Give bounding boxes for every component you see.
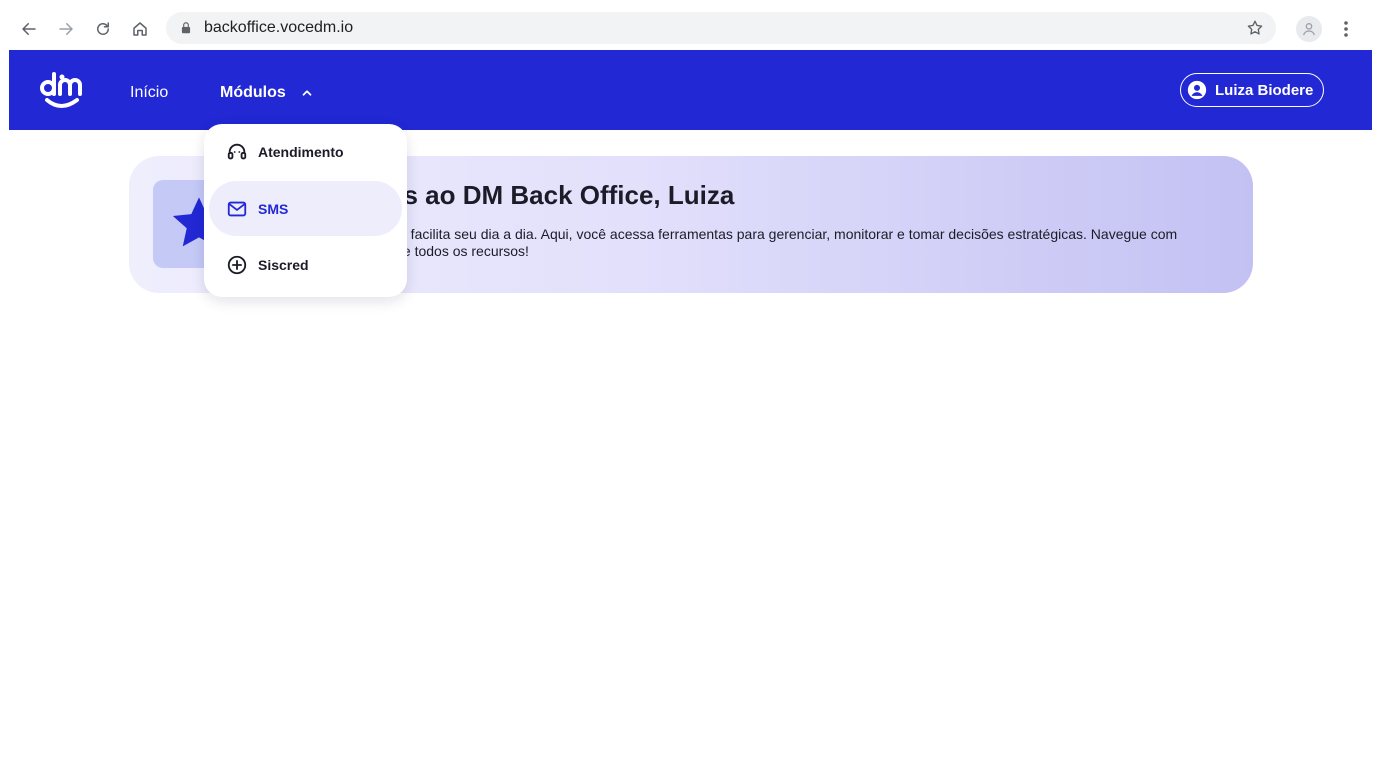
browser-toolbar: backoffice.vocedm.io [8, 8, 1372, 50]
address-bar[interactable]: backoffice.vocedm.io [166, 12, 1276, 44]
chevron-up-icon [302, 90, 312, 96]
banner-description: e facilita seu dia a dia. Aqui, você ace… [399, 226, 1219, 260]
menu-item-sms[interactable]: SMS [209, 181, 402, 236]
reload-icon [97, 22, 109, 35]
menu-item-siscred[interactable]: Siscred [209, 237, 402, 292]
nav-modulos[interactable]: Módulos [220, 84, 314, 102]
app-header: Início Módulos Luiza Biodere [9, 50, 1372, 130]
user-menu-button[interactable]: Luiza Biodere [1180, 73, 1324, 107]
url-text: backoffice.vocedm.io [204, 19, 354, 36]
banner-description-line-1: e facilita seu dia a dia. Aqui, você ace… [399, 226, 1178, 242]
home-button[interactable] [127, 16, 153, 42]
back-button[interactable] [16, 16, 42, 42]
arrow-right-icon [59, 23, 73, 35]
profile-icon [1303, 23, 1315, 36]
profile-button[interactable] [1296, 16, 1322, 42]
banner-title: as ao DM Back Office, Luiza [389, 180, 735, 210]
modules-dropdown: Atendimento SMS Siscred [204, 124, 407, 297]
nav-inicio[interactable]: Início [130, 84, 168, 102]
plus-circle-icon [227, 255, 247, 274]
nav-modulos-label: Módulos [220, 84, 286, 101]
headset-icon [227, 143, 247, 159]
menu-item-label: Atendimento [258, 143, 344, 160]
banner-description-line-2: te todos os recursos! [399, 243, 529, 259]
user-circle-icon [1187, 80, 1207, 100]
forward-button[interactable] [53, 16, 79, 42]
arrow-left-icon [22, 23, 36, 35]
lock-icon [181, 22, 191, 34]
menu-item-label: Siscred [258, 256, 309, 273]
menu-item-label: SMS [258, 200, 289, 217]
browser-menu-button[interactable] [1336, 16, 1356, 42]
kebab-menu-icon [1344, 21, 1348, 37]
mail-icon [227, 201, 247, 216]
user-name: Luiza Biodere [1215, 81, 1314, 99]
star-outline-icon[interactable] [1246, 19, 1264, 37]
menu-item-atendimento[interactable]: Atendimento [209, 124, 402, 179]
home-icon [133, 22, 147, 36]
reload-button[interactable] [90, 16, 116, 42]
dm-logo[interactable] [39, 68, 85, 112]
